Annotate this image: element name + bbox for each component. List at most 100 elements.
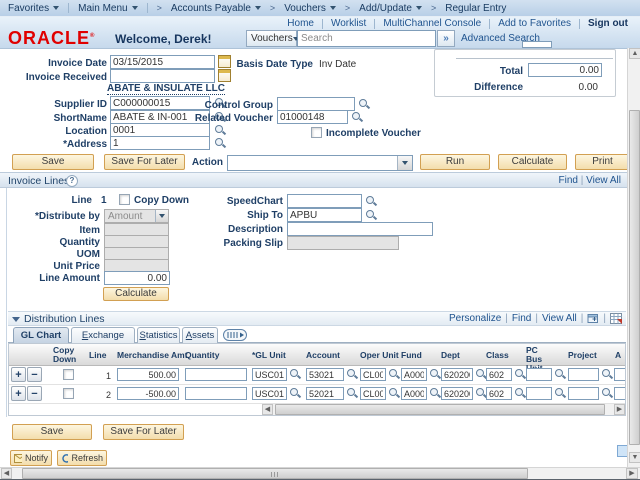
sign-out-link[interactable]: Sign out: [588, 18, 628, 29]
address-field[interactable]: [110, 136, 210, 150]
add-row-button[interactable]: +: [11, 386, 26, 401]
breadcrumb-accounts-payable[interactable]: Accounts Payable: [171, 3, 261, 14]
class-field[interactable]: [486, 387, 512, 400]
copy-down-checkbox[interactable]: [63, 369, 74, 380]
project-field[interactable]: [568, 387, 599, 400]
project-field[interactable]: [568, 368, 599, 381]
merchandise-amt-field[interactable]: [117, 387, 179, 400]
incomplete-voucher-checkbox[interactable]: [311, 127, 322, 138]
class-lookup-icon[interactable]: [514, 368, 526, 380]
search-go-button[interactable]: »: [437, 30, 455, 47]
view-all-link[interactable]: View All: [586, 175, 621, 186]
action-dropdown[interactable]: [227, 155, 413, 171]
account-lookup-icon[interactable]: [346, 387, 358, 399]
oper-unit-lookup-icon[interactable]: [388, 368, 400, 380]
breadcrumb-vouchers[interactable]: Vouchers: [284, 3, 336, 14]
control-group-field[interactable]: [277, 97, 355, 111]
gl-unit-field[interactable]: [252, 387, 287, 400]
pc-bus-unit-lookup-icon[interactable]: [554, 368, 566, 380]
download-to-excel-icon[interactable]: [610, 313, 622, 324]
vertical-scrollbar[interactable]: ▲ ▼: [627, 48, 640, 467]
tab-exchange-rate[interactable]: Exchange Rate: [71, 327, 135, 343]
tab-assets[interactable]: Assets: [182, 327, 218, 343]
personalize-link[interactable]: Personalize: [449, 313, 501, 324]
total-field[interactable]: [528, 63, 602, 77]
fund-lookup-icon[interactable]: [429, 368, 441, 380]
breadcrumb-main-menu[interactable]: Main Menu: [78, 3, 137, 14]
delete-row-button[interactable]: −: [27, 386, 42, 401]
calendar-icon[interactable]: [218, 69, 231, 82]
related-voucher-lookup-icon[interactable]: [351, 111, 363, 123]
breadcrumb-add-update[interactable]: Add/Update: [359, 3, 422, 14]
project-lookup-icon[interactable]: [601, 387, 613, 399]
multichannel-console-link[interactable]: MultiChannel Console: [383, 18, 481, 29]
project-lookup-icon[interactable]: [601, 368, 613, 380]
calculate-line-button[interactable]: Calculate: [103, 287, 169, 301]
ship-to-lookup-icon[interactable]: [365, 209, 377, 221]
grid-scroll-left-arrow[interactable]: ◀: [262, 404, 273, 415]
account-lookup-icon[interactable]: [346, 368, 358, 380]
oper-unit-field[interactable]: [360, 368, 386, 381]
account-field[interactable]: [306, 387, 344, 400]
line-amount-field[interactable]: [104, 271, 170, 285]
add-row-button[interactable]: +: [11, 367, 26, 382]
tab-statistics[interactable]: Statistics: [137, 327, 180, 343]
horizontal-scrollbar[interactable]: ◀ ▶: [0, 467, 640, 479]
class-lookup-icon[interactable]: [514, 387, 526, 399]
copy-down-checkbox[interactable]: [63, 388, 74, 399]
account-field[interactable]: [306, 368, 344, 381]
dept-field[interactable]: [441, 368, 473, 381]
zoom-grid-icon[interactable]: [587, 313, 599, 324]
pc-bus-unit-field[interactable]: [526, 368, 552, 381]
ship-to-field[interactable]: [287, 208, 362, 222]
breadcrumb-favorites[interactable]: Favorites: [8, 3, 59, 14]
search-input[interactable]: [297, 30, 436, 47]
refresh-button[interactable]: Refresh: [57, 450, 107, 466]
help-icon[interactable]: ?: [66, 175, 78, 187]
quantity-field[interactable]: [185, 368, 247, 381]
fund-field[interactable]: [401, 368, 427, 381]
worklist-link[interactable]: Worklist: [331, 18, 366, 29]
grid-scrollbar[interactable]: [273, 404, 619, 415]
run-button[interactable]: Run: [420, 154, 490, 170]
save-button[interactable]: Save: [12, 154, 94, 170]
dept-field[interactable]: [441, 387, 473, 400]
merchandise-amt-field[interactable]: [117, 368, 179, 381]
oper-unit-field[interactable]: [360, 387, 386, 400]
location-lookup-icon[interactable]: [214, 124, 226, 136]
find-link[interactable]: Find: [559, 175, 578, 186]
collapse-triangle-icon[interactable]: [12, 317, 20, 322]
save-for-later-button-bottom[interactable]: Save For Later: [103, 424, 184, 440]
address-lookup-icon[interactable]: [214, 137, 226, 149]
location-field[interactable]: [110, 123, 210, 137]
search-scope-dropdown[interactable]: Vouchers: [246, 30, 297, 47]
copy-down-checkbox[interactable]: [119, 194, 130, 205]
gl-unit-lookup-icon[interactable]: [289, 368, 301, 380]
description-field[interactable]: [287, 222, 433, 236]
find-link[interactable]: Find: [512, 313, 531, 324]
speedchart-field[interactable]: [287, 194, 362, 208]
delete-row-button[interactable]: −: [27, 367, 42, 382]
horizontal-scrollbar-thumb[interactable]: [22, 468, 528, 479]
notify-button[interactable]: Notify: [10, 450, 52, 466]
tab-gl-chart[interactable]: GL Chart: [13, 327, 69, 343]
scroll-up-arrow[interactable]: ▲: [629, 48, 640, 59]
quantity-field[interactable]: [185, 387, 247, 400]
invoice-received-field[interactable]: [110, 69, 215, 83]
pc-bus-unit-lookup-icon[interactable]: [554, 387, 566, 399]
oper-unit-lookup-icon[interactable]: [388, 387, 400, 399]
save-button-bottom[interactable]: Save: [12, 424, 92, 440]
chevron-down-icon[interactable]: [397, 156, 412, 170]
view-all-link[interactable]: View All: [542, 313, 577, 324]
show-all-tabs-icon[interactable]: [223, 329, 247, 344]
fund-lookup-icon[interactable]: [429, 387, 441, 399]
scroll-down-arrow[interactable]: ▼: [629, 452, 640, 463]
add-to-favorites-link[interactable]: Add to Favorites: [498, 18, 571, 29]
scroll-right-arrow[interactable]: ▶: [626, 468, 638, 479]
gl-unit-field[interactable]: [252, 368, 287, 381]
grid-scrollbar-thumb[interactable]: [275, 404, 605, 415]
pc-bus-unit-field[interactable]: [526, 387, 552, 400]
class-field[interactable]: [486, 368, 512, 381]
calculate-button[interactable]: Calculate: [498, 154, 567, 170]
related-voucher-field[interactable]: [277, 110, 348, 124]
